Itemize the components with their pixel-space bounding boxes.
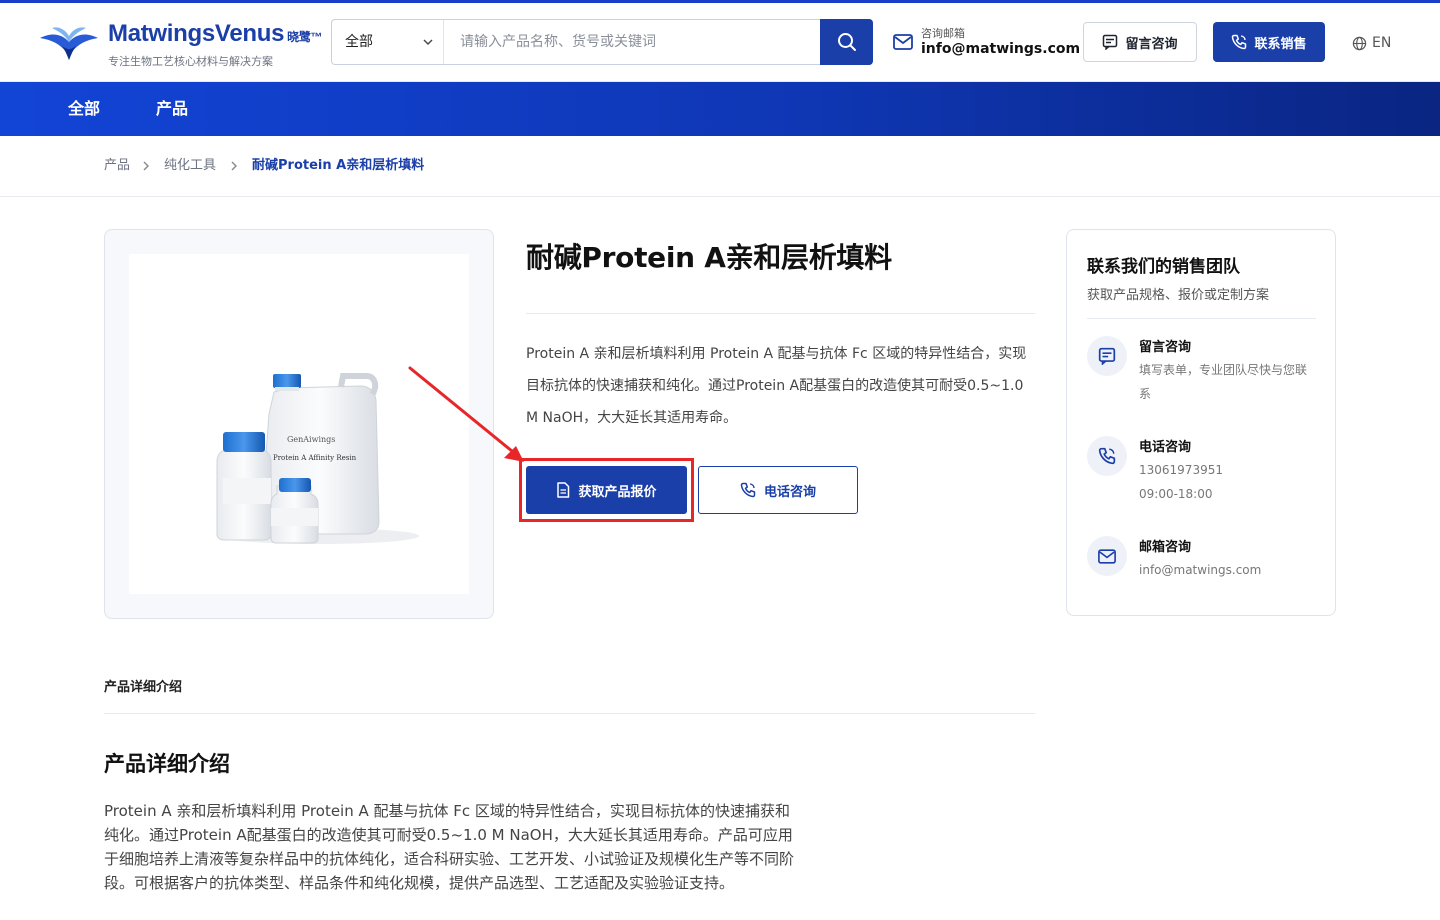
sales-team-card: 联系我们的销售团队 获取产品规格、报价或定制方案 留言咨询 填写表单，专业团队尽… [1066,229,1336,616]
contact-sales-button[interactable]: 联系销售 [1213,22,1325,62]
language-switch[interactable]: EN [1352,33,1391,53]
phone-icon [1087,436,1127,476]
phone-icon [1232,34,1247,50]
search-input[interactable] [444,20,820,64]
chevron-down-icon [423,39,433,45]
mail-address: info@matwings.com [921,41,1081,57]
search-category-value: 全部 [345,34,373,50]
breadcrumb-item-products[interactable]: 产品 [104,136,130,197]
message-inquiry-button[interactable]: 留言咨询 [1083,22,1197,62]
message-icon [1087,336,1127,376]
product-description: Protein A 亲和层析填料利用 Protein A 配基与抗体 Fc 区域… [526,346,1027,426]
tab-product-details[interactable]: 产品详细介绍 [104,676,182,695]
phone-inquiry-label: 电话咨询 [763,484,816,500]
phone-number: 13061973951 [1139,463,1223,477]
phone-icon [740,482,756,498]
chevron-right-icon [231,161,237,171]
divider [104,713,1035,714]
breadcrumb: 产品 纯化工具 耐碱Protein A亲和层析填料 [0,136,1440,197]
sales-item-title: 邮箱咨询 [1139,540,1192,555]
jug-product-label: Protein A Affinity Resin [273,454,357,462]
language-label: EN [1372,35,1392,51]
jug-brand-label: GenAiwings [287,435,335,444]
details-title: 产品详细介绍 [104,752,230,776]
sales-item-text: 填写表单，专业团队尽快与您联系 [1139,363,1308,401]
brand-name: MatwingsVenus 晓鹭™ [108,20,323,47]
phone-hours: 09:00-18:00 [1139,487,1213,501]
message-icon [1103,34,1118,50]
logo[interactable]: MatwingsVenus 晓鹭™ 专注生物工艺核心材料与解决方案 [38,20,323,72]
message-inquiry-label: 留言咨询 [1125,36,1178,52]
search-bar: 全部 [331,19,873,65]
sales-card-title: 联系我们的销售团队 [1087,257,1240,277]
breadcrumb-item-purification-tools[interactable]: 纯化工具 [164,136,216,197]
divider [1087,318,1316,319]
sales-item-text: info@matwings.com [1139,563,1262,577]
breadcrumb-item-current: 耐碱Protein A亲和层析填料 [252,158,425,173]
red-arrow-annotation [408,366,524,462]
main-nav: 全部 产品 [0,82,1440,136]
contact-sales-label: 联系销售 [1254,36,1307,52]
chevron-right-icon [143,161,149,171]
search-button[interactable] [820,19,873,65]
sales-item-text: 13061973951 09:00-18:00 [1139,458,1315,506]
site-header: MatwingsVenus晓鹭™ 专注生物工艺核心材料与解决方案 全部 咨询邮箱… [0,3,1440,82]
bird-logo-icon [40,27,98,60]
sales-item-title: 留言咨询 [1139,340,1192,355]
globe-icon [1352,36,1367,50]
mail-icon [893,34,913,50]
brand-name-cn: 晓鹭™ [287,30,323,44]
product-title: 耐碱Protein A亲和层析填料 [526,241,892,274]
search-icon [837,33,856,51]
nav-item-all[interactable]: 全部 [68,82,100,136]
divider [526,313,1035,314]
highlight-box [519,458,694,522]
phone-inquiry-button[interactable]: 电话咨询 [698,466,858,514]
header-email[interactable]: 咨询邮箱 info@matwings.com [893,23,1080,63]
brand-tagline: 专注生物工艺核心材料与解决方案 [108,55,273,68]
nav-item-products[interactable]: 产品 [156,82,188,136]
sales-item-title: 电话咨询 [1139,440,1192,455]
search-category-select[interactable]: 全部 [332,20,444,64]
details-text: Protein A 亲和层析填料利用 Protein A 配基与抗体 Fc 区域… [104,802,795,892]
sales-card-subtitle: 获取产品规格、报价或定制方案 [1087,288,1270,303]
mail-label: 咨询邮箱 [921,27,965,40]
mail-icon [1087,536,1127,576]
